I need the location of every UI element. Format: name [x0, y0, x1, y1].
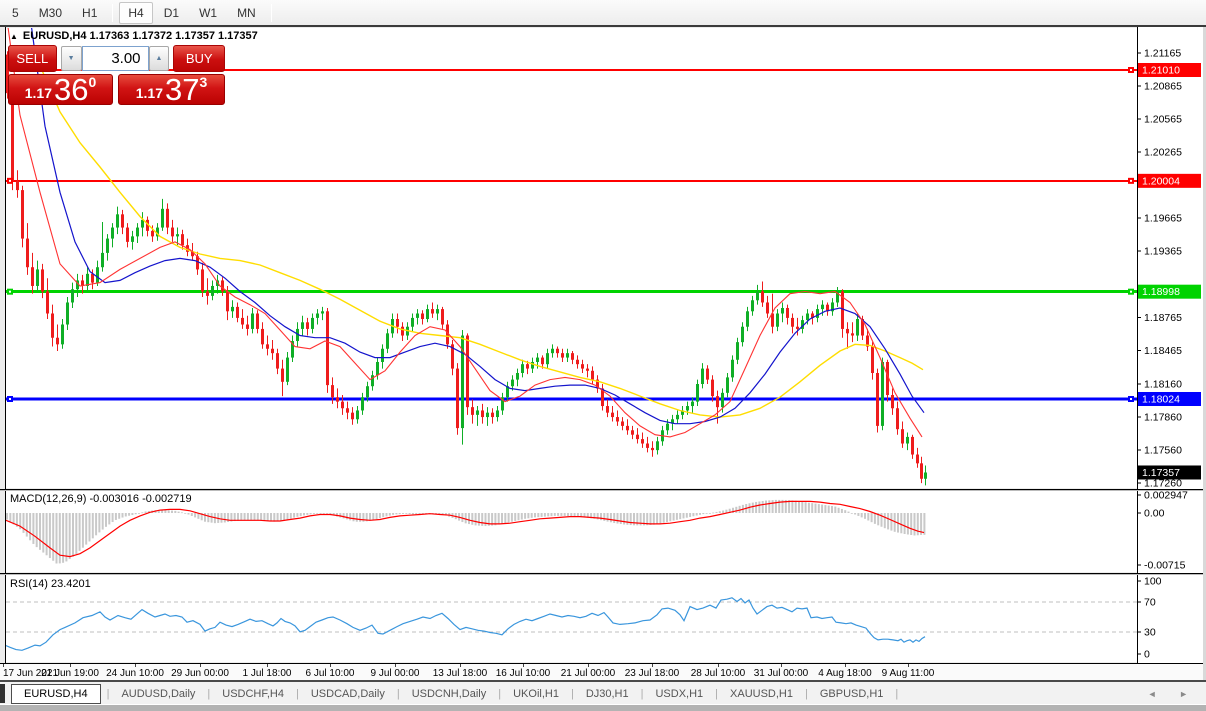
tab-usdx-h1[interactable]: USDX,H1 — [645, 685, 713, 703]
one-click-trading-panel: SELL ▼ ▲ BUY 1.17360 1.17373 — [8, 45, 225, 105]
volume-decrease-button[interactable]: ▼ — [60, 46, 82, 71]
tab-separator: | — [804, 687, 808, 700]
time-label: 29 Jun 00:00 — [171, 668, 229, 679]
chart-title: EURUSD,H4 1.17363 1.17372 1.17357 1.1735… — [22, 30, 258, 42]
price-tag-text: 1.18998 — [1142, 286, 1180, 298]
price-tick: 1.17860 — [1144, 412, 1182, 424]
volume-input[interactable] — [81, 46, 149, 71]
buy-price-pips: 37 — [164, 72, 200, 107]
volume-increase-button[interactable]: ▲ — [148, 46, 170, 71]
chevron-down-icon: ▼ — [67, 55, 75, 62]
price-tick: 1.18765 — [1144, 312, 1182, 324]
time-label: 31 Jul 00:00 — [754, 668, 809, 679]
macd-axis-tick: 0.002947 — [1144, 490, 1188, 502]
tab-gbpusd-h1[interactable]: GBPUSD,H1 — [810, 685, 894, 703]
time-label: 9 Aug 11:00 — [882, 668, 935, 679]
tab-usdcnh-daily[interactable]: USDCNH,Daily — [402, 685, 497, 703]
time-label: 16 Jul 10:00 — [496, 668, 551, 679]
buy-price-prefix: 1.17 — [135, 85, 163, 101]
price-tick: 1.20565 — [1144, 114, 1182, 126]
price-tag-text: 1.18024 — [1142, 393, 1180, 405]
tab-eurusd-h4[interactable]: EURUSD,H4 — [11, 683, 101, 704]
time-label: 6 Jul 10:00 — [306, 668, 355, 679]
price-tick: 1.20265 — [1144, 147, 1182, 159]
tab-separator: | — [715, 687, 719, 700]
price-tick: 1.19665 — [1144, 213, 1182, 225]
trading-terminal-window: { "toolbar":{"items":["5","M30","H1","H4… — [0, 0, 1206, 711]
price-tick: 1.17560 — [1144, 445, 1182, 457]
chart-tab-bar: EURUSD,H4 | AUDUSD,Daily | USDCHF,H4 | USDCAD,… — [0, 682, 1206, 705]
rsi-label: RSI(14) 23.4201 — [10, 578, 91, 590]
time-label: 23 Jul 18:00 — [625, 668, 680, 679]
rsi-axis-tick: 100 — [1144, 576, 1162, 588]
tab-dj30-h1[interactable]: DJ30,H1 — [576, 685, 639, 703]
tab-scroll-arrows[interactable]: ◄ ► — [1148, 689, 1198, 699]
tab-separator: | — [106, 687, 110, 700]
price-tick: 1.21165 — [1144, 47, 1181, 59]
time-label: 4 Aug 18:00 — [818, 668, 872, 679]
tab-separator: | — [396, 687, 400, 700]
sell-button[interactable]: SELL — [8, 45, 57, 72]
tab-separator: | — [895, 687, 899, 700]
tab-usdchf-h4[interactable]: USDCHF,H4 — [212, 685, 294, 703]
buy-price-display[interactable]: 1.17 37 3 — [118, 74, 225, 105]
rsi-pane[interactable] — [6, 575, 1137, 662]
chevron-up-icon: ▲ — [155, 55, 163, 62]
sell-price-pips: 36 — [53, 72, 89, 107]
tab-usdcad-daily[interactable]: USDCAD,Daily — [301, 685, 395, 703]
buy-price-point: 3 — [199, 74, 208, 90]
tab-separator: | — [207, 687, 211, 700]
collapse-arrow-icon[interactable]: ▲ — [10, 32, 18, 41]
tab-audusd-daily[interactable]: AUDUSD,Daily — [111, 685, 205, 703]
sell-price-point: 0 — [88, 74, 97, 90]
macd-axis-tick: 0.00 — [1144, 508, 1165, 520]
tab-separator: | — [570, 687, 574, 700]
tab-separator: | — [498, 687, 502, 700]
time-label: 1 Jul 18:00 — [243, 668, 292, 679]
tab-ukoil-h1[interactable]: UKOil,H1 — [503, 685, 569, 703]
rsi-axis-tick: 30 — [1144, 626, 1156, 638]
time-label: 9 Jul 00:00 — [371, 668, 420, 679]
time-label: 21 Jun 19:00 — [41, 668, 99, 679]
buy-button[interactable]: BUY — [173, 45, 225, 72]
price-tick: 1.18465 — [1144, 345, 1182, 357]
price-tick: 1.20865 — [1144, 80, 1182, 92]
tab-separator: | — [296, 687, 299, 700]
price-tick: 1.19365 — [1144, 246, 1182, 258]
price-tag-text: 1.17357 — [1142, 467, 1180, 479]
rsi-axis-tick: 0 — [1144, 649, 1150, 661]
price-tick: 1.18160 — [1144, 379, 1182, 391]
time-label: 24 Jun 10:00 — [106, 668, 164, 679]
macd-label: MACD(12,26,9) -0.003016 -0.002719 — [10, 493, 192, 505]
tab-xauusd-h1[interactable]: XAUUSD,H1 — [720, 685, 803, 703]
chart-title-bar: ▲ EURUSD,H4 1.17363 1.17372 1.17357 1.173… — [10, 30, 258, 42]
window-bottom-edge — [0, 704, 1206, 711]
partial-tab[interactable] — [0, 684, 5, 703]
rsi-axis-tick: 70 — [1144, 597, 1156, 609]
sell-price-prefix: 1.17 — [24, 85, 52, 101]
window-top-border — [0, 25, 1206, 27]
tab-separator: | — [640, 687, 644, 700]
time-label: 13 Jul 18:00 — [433, 668, 488, 679]
price-tag-text: 1.21010 — [1142, 65, 1180, 77]
price-tag-text: 1.20004 — [1142, 175, 1180, 187]
time-label: 28 Jul 10:00 — [691, 668, 746, 679]
sell-price-display[interactable]: 1.17 36 0 — [8, 74, 113, 105]
time-label: 21 Jul 00:00 — [561, 668, 616, 679]
macd-axis-tick: -0.00715 — [1144, 560, 1186, 572]
